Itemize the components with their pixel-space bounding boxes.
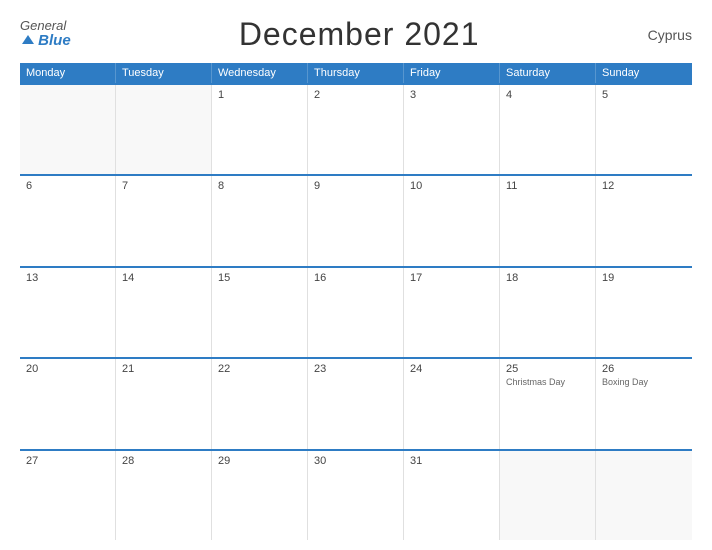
day-cell-10: 10 (404, 176, 500, 265)
header-thursday: Thursday (308, 63, 404, 83)
header-tuesday: Tuesday (116, 63, 212, 83)
day-cell-23: 23 (308, 359, 404, 448)
day-cell-19: 19 (596, 268, 692, 357)
logo-blue-text: Blue (20, 33, 71, 50)
logo-triangle-icon (22, 35, 34, 44)
country-label: Cyprus (648, 27, 692, 43)
day-cell-29: 29 (212, 451, 308, 540)
day-cell-8: 8 (212, 176, 308, 265)
day-cell-3: 3 (404, 85, 500, 174)
day-cell-31: 31 (404, 451, 500, 540)
header-friday: Friday (404, 63, 500, 83)
calendar-header: General Blue December 2021 Cyprus (20, 16, 692, 53)
day-headers-row: Monday Tuesday Wednesday Thursday Friday… (20, 63, 692, 83)
logo-general-text: General (20, 19, 71, 33)
day-cell-28: 28 (116, 451, 212, 540)
week-row-4: 20 21 22 23 24 25 Christmas Day 26 Boxin… (20, 357, 692, 448)
day-cell-25: 25 Christmas Day (500, 359, 596, 448)
day-cell-27: 27 (20, 451, 116, 540)
day-cell-22: 22 (212, 359, 308, 448)
day-cell-16: 16 (308, 268, 404, 357)
day-cell-4: 4 (500, 85, 596, 174)
day-cell-empty (20, 85, 116, 174)
weeks-container: 1 2 3 4 5 6 7 8 9 10 11 12 13 14 15 16 (20, 83, 692, 540)
day-cell-20: 20 (20, 359, 116, 448)
day-cell-13: 13 (20, 268, 116, 357)
day-cell-empty (500, 451, 596, 540)
day-cell-empty (596, 451, 692, 540)
month-title: December 2021 (239, 16, 480, 53)
day-cell-17: 17 (404, 268, 500, 357)
day-cell-6: 6 (20, 176, 116, 265)
week-row-1: 1 2 3 4 5 (20, 83, 692, 174)
day-cell-5: 5 (596, 85, 692, 174)
header-sunday: Sunday (596, 63, 692, 83)
logo: General Blue (20, 19, 71, 50)
day-cell-12: 12 (596, 176, 692, 265)
calendar-grid: Monday Tuesday Wednesday Thursday Friday… (20, 63, 692, 540)
week-row-3: 13 14 15 16 17 18 19 (20, 266, 692, 357)
christmas-day-label: Christmas Day (506, 377, 589, 389)
header-saturday: Saturday (500, 63, 596, 83)
day-cell-18: 18 (500, 268, 596, 357)
header-wednesday: Wednesday (212, 63, 308, 83)
day-cell-14: 14 (116, 268, 212, 357)
day-cell-15: 15 (212, 268, 308, 357)
day-cell-21: 21 (116, 359, 212, 448)
day-cell-2: 2 (308, 85, 404, 174)
day-cell-24: 24 (404, 359, 500, 448)
header-monday: Monday (20, 63, 116, 83)
day-cell-empty (116, 85, 212, 174)
week-row-2: 6 7 8 9 10 11 12 (20, 174, 692, 265)
day-cell-1: 1 (212, 85, 308, 174)
week-row-5: 27 28 29 30 31 (20, 449, 692, 540)
calendar-page: General Blue December 2021 Cyprus Monday… (0, 0, 712, 550)
day-cell-26: 26 Boxing Day (596, 359, 692, 448)
day-cell-11: 11 (500, 176, 596, 265)
day-cell-7: 7 (116, 176, 212, 265)
day-cell-9: 9 (308, 176, 404, 265)
boxing-day-label: Boxing Day (602, 377, 686, 389)
day-cell-30: 30 (308, 451, 404, 540)
